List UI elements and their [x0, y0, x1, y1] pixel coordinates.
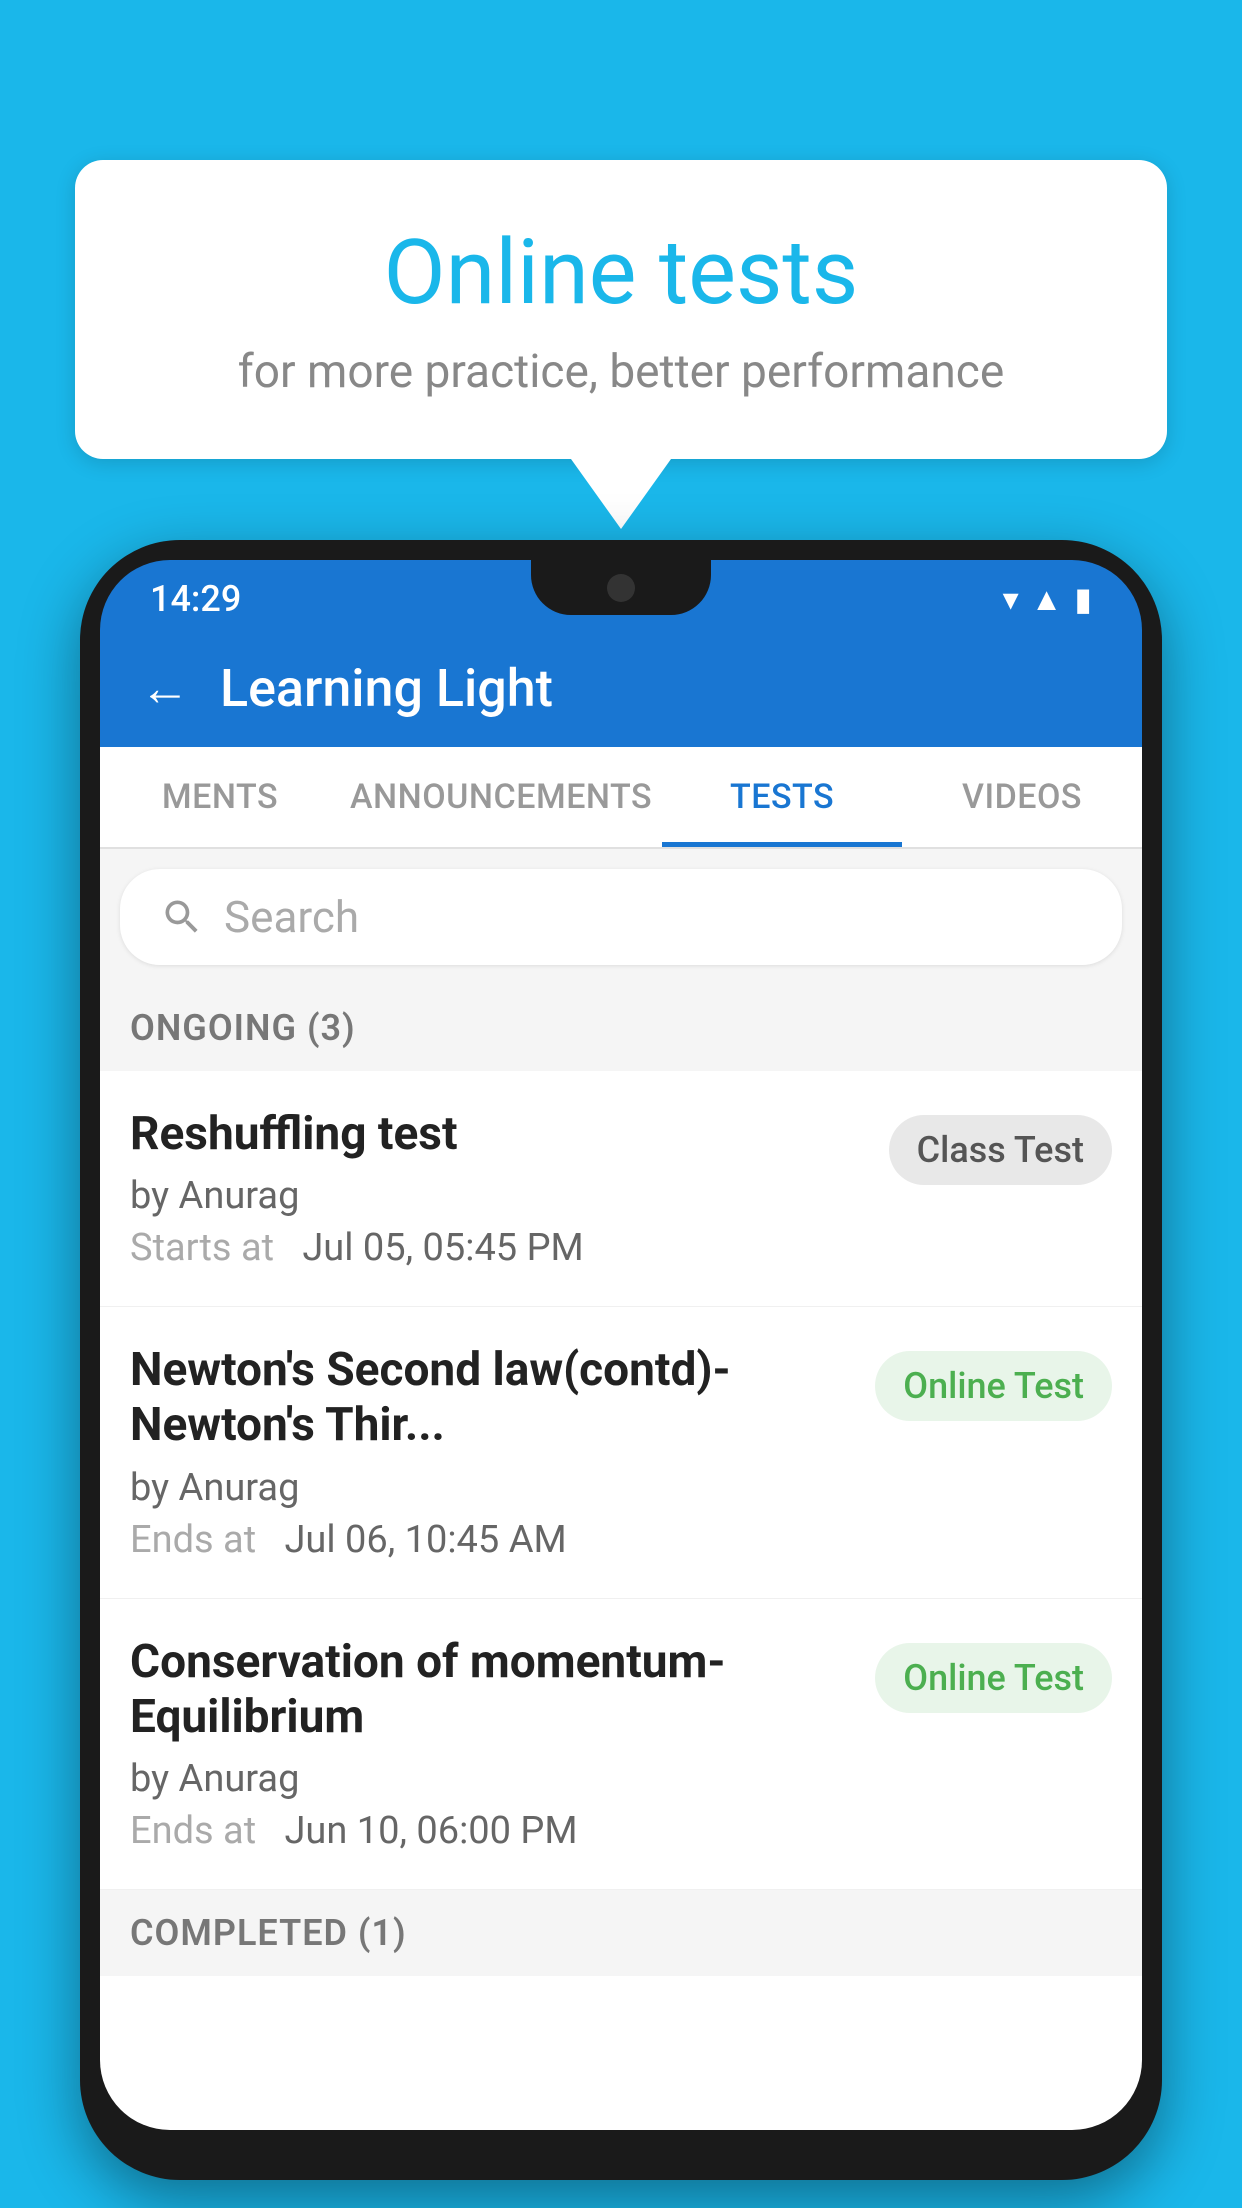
battery-icon: ▮: [1074, 580, 1092, 618]
tab-announcements[interactable]: ANNOUNCEMENTS: [340, 747, 662, 847]
test-time-2: Ends at Jul 06, 10:45 AM: [130, 1518, 855, 1562]
wifi-icon: ▾: [1003, 580, 1019, 618]
test-title-3: Conservation of momentum-Equilibrium: [130, 1635, 855, 1745]
test-item-3[interactable]: Conservation of momentum-Equilibrium by …: [100, 1599, 1142, 1890]
test-title-1: Reshuffling test: [130, 1107, 869, 1162]
test-time-3: Ends at Jun 10, 06:00 PM: [130, 1809, 855, 1853]
signal-icon: ▲: [1031, 580, 1063, 618]
search-icon: [160, 895, 204, 939]
speech-bubble: Online tests for more practice, better p…: [75, 160, 1167, 459]
tab-ments[interactable]: MENTS: [100, 747, 340, 847]
tab-videos[interactable]: VIDEOS: [902, 747, 1142, 847]
test-time-1: Starts at Jul 05, 05:45 PM: [130, 1226, 869, 1270]
test-time-label-3: Ends at: [130, 1809, 256, 1853]
badge-2: Online Test: [875, 1351, 1112, 1421]
speech-bubble-tail: [571, 459, 671, 529]
status-bar: 14:29 ▾ ▲ ▮: [100, 560, 1142, 630]
test-title-2: Newton's Second law(contd)-Newton's Thir…: [130, 1343, 855, 1453]
ongoing-section-header: ONGOING (3): [100, 985, 1142, 1071]
test-author-2: by Anurag: [130, 1466, 855, 1510]
search-container: Search: [100, 849, 1142, 985]
bubble-subtitle: for more practice, better performance: [155, 345, 1087, 399]
test-author-1: by Anurag: [130, 1174, 869, 1218]
phone-frame: 14:29 ▾ ▲ ▮ ← Learning Light MENTS: [80, 540, 1162, 2180]
test-time-value-2: Jul 06, 10:45 AM: [284, 1518, 566, 1562]
badge-1: Class Test: [889, 1115, 1112, 1185]
bubble-title: Online tests: [155, 220, 1087, 325]
search-bar[interactable]: Search: [120, 869, 1122, 965]
test-info-1: Reshuffling test by Anurag Starts at Jul…: [130, 1107, 889, 1270]
phone-screen: ← Learning Light MENTS ANNOUNCEMENTS TES…: [100, 630, 1142, 2130]
test-time-label-1: Starts at: [130, 1226, 274, 1270]
camera-dot: [607, 574, 635, 602]
back-button[interactable]: ←: [140, 659, 190, 718]
test-time-label-2: Ends at: [130, 1518, 256, 1562]
tab-tests[interactable]: TESTS: [662, 747, 902, 847]
test-info-2: Newton's Second law(contd)-Newton's Thir…: [130, 1343, 875, 1561]
app-bar: ← Learning Light: [100, 630, 1142, 747]
test-time-value-1: Jul 05, 05:45 PM: [302, 1226, 583, 1270]
badge-3: Online Test: [875, 1643, 1112, 1713]
test-item-1[interactable]: Reshuffling test by Anurag Starts at Jul…: [100, 1071, 1142, 1307]
status-icons: ▾ ▲ ▮: [1003, 580, 1092, 618]
speech-bubble-container: Online tests for more practice, better p…: [75, 160, 1167, 529]
completed-section-header: COMPLETED (1): [100, 1890, 1142, 1976]
app-bar-title: Learning Light: [220, 658, 553, 719]
search-placeholder: Search: [224, 891, 359, 943]
test-author-3: by Anurag: [130, 1757, 855, 1801]
phone-notch: [531, 560, 711, 615]
test-info-3: Conservation of momentum-Equilibrium by …: [130, 1635, 875, 1853]
phone-time: 14:29: [150, 578, 241, 620]
test-item-2[interactable]: Newton's Second law(contd)-Newton's Thir…: [100, 1307, 1142, 1598]
phone-container: 14:29 ▾ ▲ ▮ ← Learning Light MENTS: [80, 540, 1162, 2208]
tabs-container: MENTS ANNOUNCEMENTS TESTS VIDEOS: [100, 747, 1142, 849]
test-time-value-3: Jun 10, 06:00 PM: [284, 1809, 577, 1853]
